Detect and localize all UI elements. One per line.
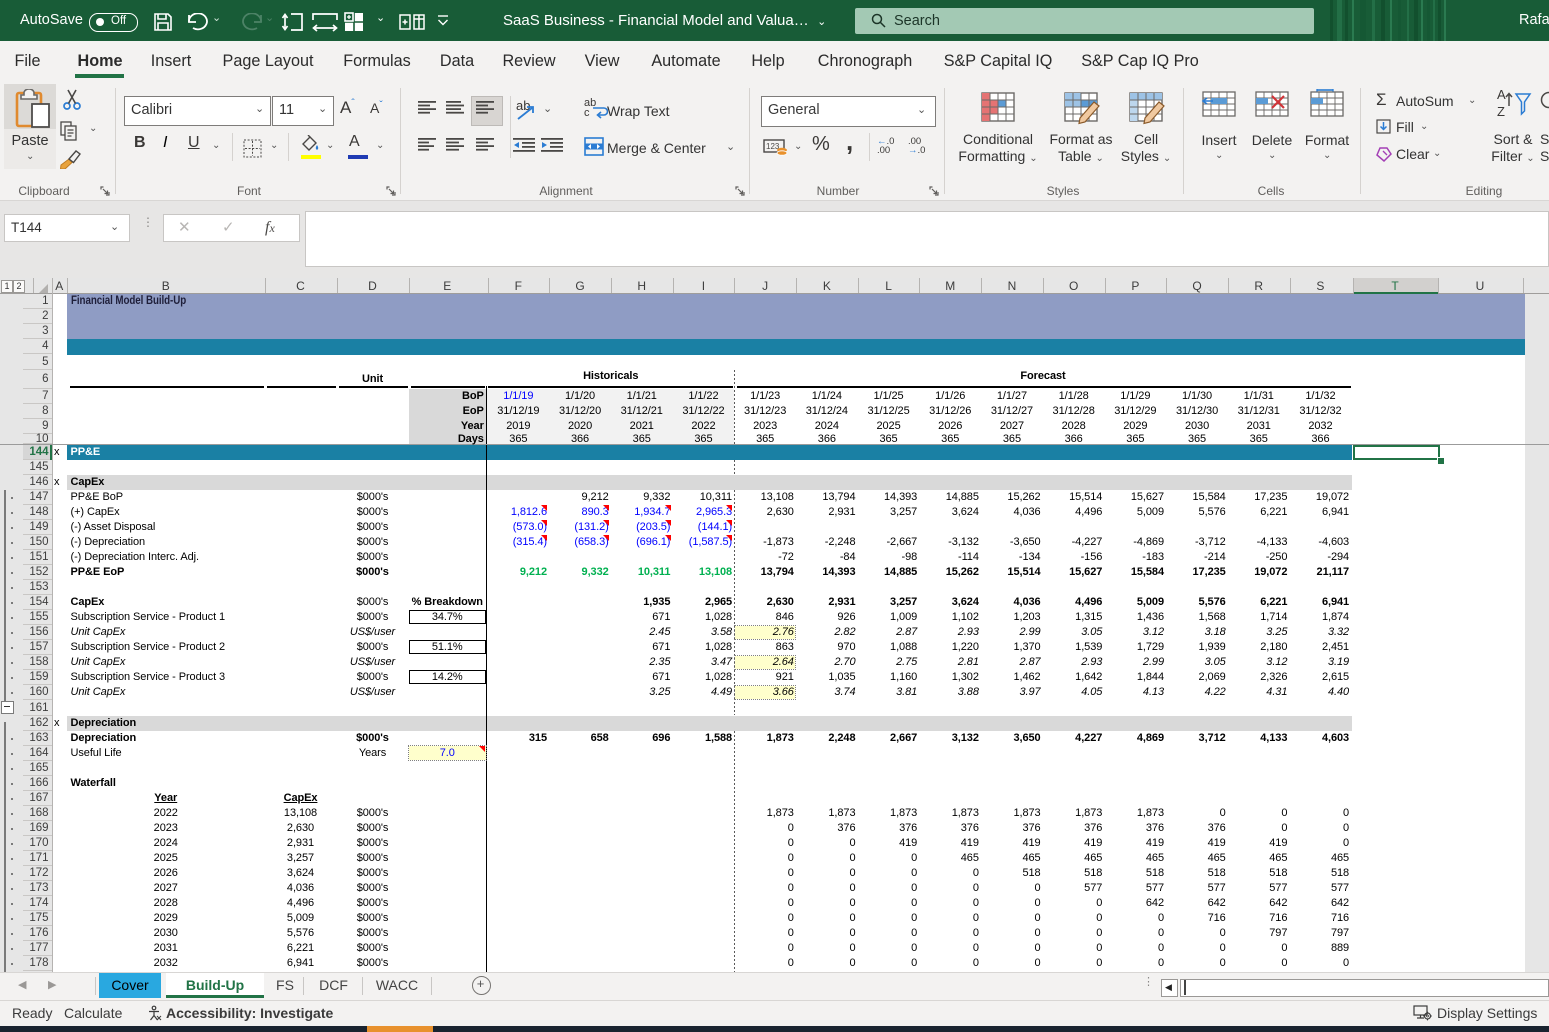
svg-text:Z: Z xyxy=(1497,104,1505,119)
svg-text:A: A xyxy=(1497,87,1506,102)
